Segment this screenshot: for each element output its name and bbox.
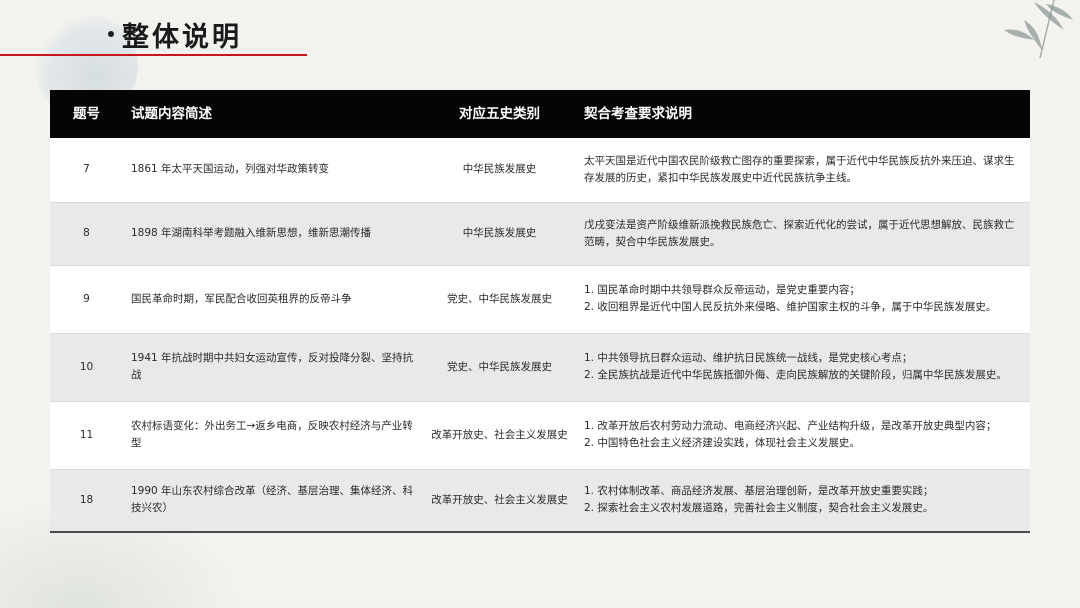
row-content: 国民革命时期，军民配合收回英租界的反帝斗争 (123, 265, 423, 334)
table-row: 8 1898 年湖南科举考题融入维新思想，维新思潮传播 中华民族发展史 戊戌变法… (50, 202, 1030, 266)
row-explanation: 1. 国民革命时期中共领导群众反帝运动，是党史重要内容； 2. 收回租界是近代中… (576, 265, 1030, 334)
summary-table: 题号 试题内容简述 对应五史类别 契合考查要求说明 7 1861 年太平天国运动… (50, 90, 1030, 533)
row-number: 10 (50, 333, 123, 402)
row-category: 改革开放史、社会主义发展史 (423, 401, 576, 470)
table-row: 18 1990 年山东农村综合改革（经济、基层治理、集体经济、科技兴农） 改革开… (50, 469, 1030, 533)
title-underline (0, 54, 307, 56)
row-category: 中华民族发展史 (423, 202, 576, 266)
explanation-line: 1. 中共领导抗日群众运动、维护抗日民族统一战线，是党史核心考点； (584, 352, 913, 364)
explanation-line: 2. 全民族抗战是近代中华民族抵御外侮、走向民族解放的关键阶段，归属中华民族发展… (584, 369, 1007, 381)
row-category: 党史、中华民族发展史 (423, 265, 576, 334)
row-number: 18 (50, 469, 123, 533)
table-row: 7 1861 年太平天国运动，列强对华政策转变 中华民族发展史 太平天国是近代中… (50, 138, 1030, 203)
row-number: 9 (50, 265, 123, 334)
table-row: 10 1941 年抗战时期中共妇女运动宣传，反对投降分裂、坚持抗战 党史、中华民… (50, 333, 1030, 402)
header-number: 题号 (73, 105, 100, 122)
explanation-line: 1. 国民革命时期中共领导群众反帝运动，是党史重要内容； (584, 284, 860, 296)
explanation-line: 1. 改革开放后农村劳动力流动、电商经济兴起、产业结构升级，是改革开放史典型内容… (584, 420, 997, 432)
explanation-line: 戊戌变法是资产阶级维新派挽救民族危亡、探索近代化的尝试，属于近代思想解放、民族救… (584, 218, 1015, 248)
page-title-text: 整体说明 (122, 21, 242, 53)
table-row: 11 农村标语变化：外出务工→返乡电商，反映农村经济与产业转型 改革开放史、社会… (50, 401, 1030, 470)
row-content: 1898 年湖南科举考题融入维新思想，维新思潮传播 (123, 202, 423, 266)
row-explanation: 太平天国是近代中国农民阶级救亡图存的重要探索，属于近代中华民族反抗外来压迫、谋求… (576, 138, 1030, 203)
table-row: 9 国民革命时期，军民配合收回英租界的反帝斗争 党史、中华民族发展史 1. 国民… (50, 265, 1030, 334)
row-category: 党史、中华民族发展史 (423, 333, 576, 402)
row-number: 11 (50, 401, 123, 470)
page-title: 整体说明 (108, 14, 242, 54)
row-explanation: 1. 中共领导抗日群众运动、维护抗日民族统一战线，是党史核心考点； 2. 全民族… (576, 333, 1030, 402)
explanation-line: 太平天国是近代中国农民阶级救亡图存的重要探索，属于近代中华民族反抗外来压迫、谋求… (584, 154, 1015, 184)
row-content: 1861 年太平天国运动，列强对华政策转变 (123, 138, 423, 203)
row-number: 7 (50, 138, 123, 203)
header-explanation: 契合考查要求说明 (584, 105, 692, 122)
table-header-row: 题号 试题内容简述 对应五史类别 契合考查要求说明 (50, 90, 1030, 138)
row-category: 中华民族发展史 (423, 138, 576, 203)
row-content: 1941 年抗战时期中共妇女运动宣传，反对投降分裂、坚持抗战 (123, 333, 423, 402)
row-category: 改革开放史、社会主义发展史 (423, 469, 576, 533)
table-header: 题号 试题内容简述 对应五史类别 契合考查要求说明 (50, 90, 1030, 138)
bullet-dot-icon (108, 31, 114, 37)
explanation-line: 2. 收回租界是近代中国人民反抗外来侵略、维护国家主权的斗争，属于中华民族发展史… (584, 301, 997, 313)
explanation-line: 2. 中国特色社会主义经济建设实践，体现社会主义发展史。 (584, 437, 860, 449)
row-number: 8 (50, 202, 123, 266)
bamboo-leaf-icon (1004, 0, 1073, 59)
row-content: 1990 年山东农村综合改革（经济、基层治理、集体经济、科技兴农） (123, 469, 423, 533)
row-content: 农村标语变化：外出务工→返乡电商，反映农村经济与产业转型 (123, 401, 423, 470)
explanation-line: 1. 农村体制改革、商品经济发展、基层治理创新，是改革开放史重要实践； (584, 485, 934, 498)
header-content: 试题内容简述 (131, 105, 212, 122)
header-category: 对应五史类别 (459, 105, 540, 122)
row-explanation: 1. 农村体制改革、商品经济发展、基层治理创新，是改革开放史重要实践； 2. 探… (576, 469, 1030, 533)
explanation-line: 2. 探索社会主义农村发展道路，完善社会主义制度，契合社会主义发展史。 (584, 502, 934, 515)
row-explanation: 戊戌变法是资产阶级维新派挽救民族危亡、探索近代化的尝试，属于近代思想解放、民族救… (576, 202, 1030, 266)
table-body: 7 1861 年太平天国运动，列强对华政策转变 中华民族发展史 太平天国是近代中… (50, 138, 1030, 533)
row-explanation: 1. 改革开放后农村劳动力流动、电商经济兴起、产业结构升级，是改革开放史典型内容… (576, 401, 1030, 470)
